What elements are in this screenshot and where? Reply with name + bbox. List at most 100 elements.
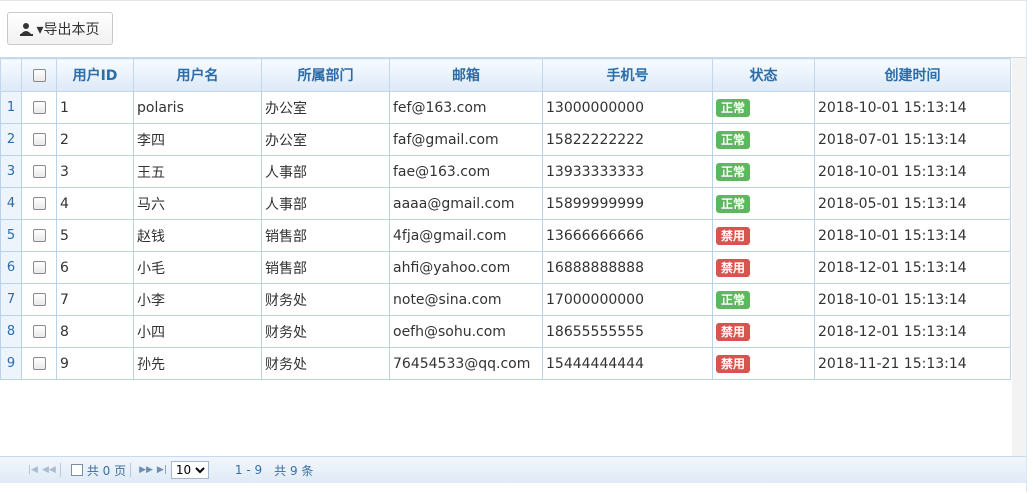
cell-username: 孙先 — [133, 347, 262, 380]
row-checkbox[interactable] — [32, 293, 46, 306]
export-page-button[interactable]: ▾导出本页 — [7, 12, 113, 45]
header-username[interactable]: 用户名 — [133, 58, 262, 92]
row-number: 9 — [0, 347, 22, 380]
last-page-icon[interactable]: ▶| — [157, 465, 167, 475]
header-status[interactable]: 状态 — [712, 58, 815, 92]
status-badge: 禁用 — [716, 322, 751, 341]
row-checkbox-cell[interactable] — [21, 123, 57, 156]
page-size-select[interactable]: 10 — [170, 461, 209, 479]
status-badge: 禁用 — [716, 258, 751, 277]
total-count-label: 共 9 条 — [274, 463, 314, 478]
first-page-icon[interactable]: |◀ — [28, 465, 38, 475]
cell-email: faf@gmail.com — [389, 123, 543, 156]
table-row[interactable]: 7 7 小李 财务处 note@sina.com 17000000000 正常 2018-10… — [0, 283, 1011, 316]
row-number: 2 — [0, 123, 22, 156]
row-number-header — [0, 58, 22, 92]
page-number-input[interactable] — [70, 464, 83, 476]
row-checkbox-cell[interactable] — [21, 155, 57, 188]
cell-email: note@sina.com — [389, 283, 543, 316]
cell-user-id: 9 — [56, 347, 134, 380]
cell-created-time: 2018-07-01 15:13:14 — [814, 123, 1011, 156]
cell-department: 销售部 — [261, 219, 390, 252]
row-checkbox[interactable] — [32, 325, 46, 338]
pager-separator — [130, 463, 132, 477]
cell-phone: 13933333333 — [542, 155, 713, 188]
cell-email: 76454533@qq.com — [389, 347, 543, 380]
cell-created-time: 2018-10-01 15:13:14 — [814, 219, 1011, 252]
cell-department: 人事部 — [261, 155, 390, 188]
user-table: 用户ID 用户名 所属部门 邮箱 手机号 状态 创建时间 1 1 polaris 办公… — [0, 58, 1011, 380]
row-checkbox[interactable] — [32, 101, 46, 114]
row-checkbox-cell[interactable] — [21, 315, 57, 348]
cell-status: 正常 — [712, 187, 815, 220]
status-badge: 正常 — [716, 130, 751, 149]
row-number: 1 — [0, 91, 22, 124]
row-number: 4 — [0, 187, 22, 220]
table-row[interactable]: 1 1 polaris 办公室 fef@163.com 13000000000 正常 2018… — [0, 91, 1011, 124]
range-label: 1 - 9 — [234, 463, 263, 477]
cell-email: oefh@sohu.com — [389, 315, 543, 348]
cell-username: 小四 — [133, 315, 262, 348]
cell-status: 禁用 — [712, 219, 815, 252]
row-checkbox-cell[interactable] — [21, 187, 57, 220]
vertical-scrollbar[interactable] — [1012, 58, 1026, 456]
row-checkbox[interactable] — [32, 229, 46, 242]
select-all-checkbox-cell[interactable] — [21, 58, 57, 92]
cell-user-id: 2 — [56, 123, 134, 156]
row-checkbox-cell[interactable] — [21, 283, 57, 316]
row-checkbox[interactable] — [32, 261, 46, 274]
next-page-icon[interactable]: ▶▶ — [139, 465, 153, 475]
status-badge: 禁用 — [716, 226, 751, 245]
row-checkbox[interactable] — [32, 197, 46, 210]
header-user-id[interactable]: 用户ID — [56, 58, 134, 92]
cell-department: 财务处 — [261, 315, 390, 348]
cell-phone: 15822222222 — [542, 123, 713, 156]
cell-username: 小毛 — [133, 251, 262, 284]
row-checkbox-cell[interactable] — [21, 347, 57, 380]
cell-username: 李四 — [133, 123, 262, 156]
table-header-row: 用户ID 用户名 所属部门 邮箱 手机号 状态 创建时间 — [0, 58, 1011, 92]
cell-created-time: 2018-10-01 15:13:14 — [814, 283, 1011, 316]
row-checkbox-cell[interactable] — [21, 91, 57, 124]
cell-phone: 16888888888 — [542, 251, 713, 284]
row-checkbox[interactable] — [32, 357, 46, 370]
cell-phone: 13000000000 — [542, 91, 713, 124]
cell-username: 小李 — [133, 283, 262, 316]
table-row[interactable]: 2 2 李四 办公室 faf@gmail.com 15822222222 正常 2018-07… — [0, 123, 1011, 156]
header-email[interactable]: 邮箱 — [389, 58, 543, 92]
cell-phone: 17000000000 — [542, 283, 713, 316]
data-grid: 用户ID 用户名 所属部门 邮箱 手机号 状态 创建时间 1 1 polaris 办公… — [0, 57, 1026, 457]
cell-email: aaaa@gmail.com — [389, 187, 543, 220]
cell-created-time: 2018-12-01 15:13:14 — [814, 251, 1011, 284]
table-row[interactable]: 9 9 孙先 财务处 76454533@qq.com 15444444444 禁用 2018-… — [0, 347, 1011, 380]
row-checkbox[interactable] — [32, 133, 46, 146]
row-checkbox-cell[interactable] — [21, 251, 57, 284]
header-department[interactable]: 所属部门 — [261, 58, 390, 92]
cell-department: 办公室 — [261, 91, 390, 124]
select-all-checkbox[interactable] — [32, 68, 46, 82]
table-row[interactable]: 6 6 小毛 销售部 ahfi@yahoo.com 16888888888 禁用 2018-1… — [0, 251, 1011, 284]
header-phone[interactable]: 手机号 — [542, 58, 713, 92]
row-checkbox[interactable] — [32, 165, 46, 178]
cell-phone: 13666666666 — [542, 219, 713, 252]
cell-department: 人事部 — [261, 187, 390, 220]
table-row[interactable]: 8 8 小四 财务处 oefh@sohu.com 18655555555 禁用 2018-12… — [0, 315, 1011, 348]
header-created-time[interactable]: 创建时间 — [814, 58, 1011, 92]
cell-user-id: 3 — [56, 155, 134, 188]
cell-username: polaris — [133, 91, 262, 124]
cell-user-id: 5 — [56, 219, 134, 252]
cell-status: 禁用 — [712, 251, 815, 284]
table-row[interactable]: 4 4 马六 人事部 aaaa@gmail.com 15899999999 正常 2018-0… — [0, 187, 1011, 220]
status-badge: 正常 — [716, 290, 751, 309]
table-row[interactable]: 5 5 赵钱 销售部 4fja@gmail.com 13666666666 禁用 2018-1… — [0, 219, 1011, 252]
row-number: 6 — [0, 251, 22, 284]
row-checkbox-cell[interactable] — [21, 219, 57, 252]
prev-page-icon[interactable]: ◀◀ — [42, 465, 56, 475]
cell-username: 马六 — [133, 187, 262, 220]
total-pages-label: 共 0 页 — [86, 463, 127, 478]
cell-user-id: 1 — [56, 91, 134, 124]
cell-username: 赵钱 — [133, 219, 262, 252]
table-row[interactable]: 3 3 王五 人事部 fae@163.com 13933333333 正常 2018-10-0… — [0, 155, 1011, 188]
cell-status: 正常 — [712, 91, 815, 124]
cell-created-time: 2018-10-01 15:13:14 — [814, 155, 1011, 188]
